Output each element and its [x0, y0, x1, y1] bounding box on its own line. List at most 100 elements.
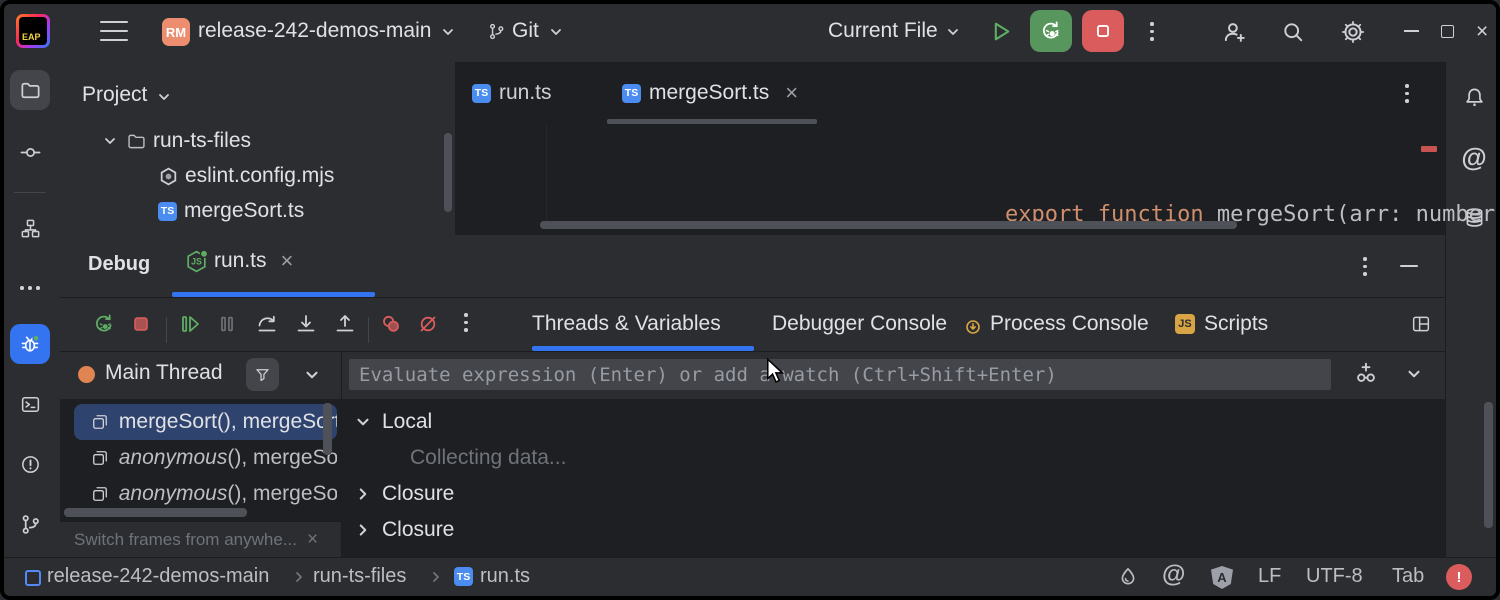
- tab-debugger-console[interactable]: Debugger Console: [772, 297, 947, 351]
- tab-threads-variables[interactable]: Threads & Variables: [532, 297, 721, 351]
- editor-horizontal-scrollbar[interactable]: [540, 221, 1237, 229]
- project-avatar[interactable]: RM: [162, 18, 190, 46]
- chevron-down-icon[interactable]: [548, 24, 564, 40]
- chevron-down-icon[interactable]: [440, 24, 456, 40]
- ai-assistant-status-icon[interactable]: @: [1162, 561, 1185, 589]
- more-actions-icon[interactable]: [1150, 22, 1154, 41]
- chevron-down-icon[interactable]: [102, 133, 118, 149]
- git-branch-icon[interactable]: [487, 22, 506, 41]
- git-tool-icon[interactable]: [10, 504, 50, 544]
- close-icon[interactable]: ×: [307, 529, 318, 551]
- frames-vertical-scrollbar[interactable]: [323, 403, 332, 455]
- project-module-icon: [25, 570, 41, 586]
- project-tool-icon[interactable]: [10, 70, 50, 110]
- toolbar-more-icon[interactable]: [464, 313, 468, 332]
- close-icon[interactable]: ×: [281, 248, 294, 274]
- hide-panel-button[interactable]: [1400, 265, 1418, 267]
- breadcrumb-file[interactable]: run.ts: [480, 565, 530, 588]
- run-button[interactable]: [988, 19, 1013, 44]
- window-maximize-button[interactable]: [1441, 25, 1454, 38]
- settings-gear-icon[interactable]: [1340, 19, 1366, 45]
- breadcrumb-project[interactable]: release-242-demos-main: [47, 565, 269, 588]
- commit-tool-icon[interactable]: [10, 132, 50, 172]
- frames-banner: Switch frames from anywhe... ×: [60, 521, 341, 558]
- tree-item-run-ts-files[interactable]: run-ts-files: [102, 124, 251, 158]
- close-icon[interactable]: ×: [785, 80, 798, 106]
- editor-more-options-icon[interactable]: [1405, 84, 1409, 103]
- folder-icon: [126, 131, 147, 152]
- editor-tab-mergesort-ts[interactable]: TS mergeSort.ts ×: [622, 62, 798, 124]
- chevron-down-icon[interactable]: [1405, 365, 1423, 383]
- search-icon[interactable]: [1280, 19, 1306, 45]
- tree-item-eslint-config[interactable]: eslint.config.mjs: [158, 159, 334, 193]
- breadcrumb-folder[interactable]: run-ts-files: [313, 565, 406, 588]
- chevron-down-icon[interactable]: [303, 366, 321, 384]
- frame-item[interactable]: anonymous(), mergeSor: [74, 440, 337, 476]
- frame-item[interactable]: mergeSort(), mergeSort: [74, 404, 337, 440]
- restart-debug-button[interactable]: [1030, 10, 1072, 52]
- prettier-icon[interactable]: [1116, 565, 1140, 589]
- debug-session-tab[interactable]: JS run.ts ×: [185, 248, 293, 274]
- pause-program-icon[interactable]: [214, 311, 240, 337]
- step-out-icon[interactable]: [332, 311, 358, 337]
- tab-process-console[interactable]: Process Console: [965, 297, 1149, 351]
- vcs-widget[interactable]: Git: [512, 19, 539, 43]
- step-into-icon[interactable]: [293, 311, 319, 337]
- error-stripe-mark[interactable]: [1421, 146, 1437, 152]
- problems-tool-icon[interactable]: [10, 444, 50, 484]
- frame-item[interactable]: anonymous(), mergeSor: [74, 476, 337, 512]
- evaluate-expression-input[interactable]: [349, 359, 1331, 390]
- angular-letter: A: [1217, 570, 1226, 585]
- view-breakpoints-icon[interactable]: [378, 311, 404, 337]
- tab-label: Scripts: [1204, 312, 1268, 336]
- more-tool-windows-icon[interactable]: [10, 268, 50, 308]
- debug-tool-icon[interactable]: [10, 324, 50, 364]
- stack-frame-icon: [90, 412, 110, 432]
- code-with-me-icon[interactable]: [1221, 19, 1247, 45]
- error-badge-glyph: !: [1457, 569, 1462, 586]
- project-scrollbar[interactable]: [444, 133, 452, 212]
- variables-group-closure-1[interactable]: Closure: [354, 476, 454, 512]
- intellij-eap-logo-icon[interactable]: EAP: [16, 14, 50, 48]
- editor-tab-run-ts[interactable]: TS run.ts: [472, 62, 552, 124]
- window-minimize-button[interactable]: [1404, 30, 1419, 32]
- mute-breakpoints-icon[interactable]: [415, 311, 441, 337]
- variables-vertical-scrollbar[interactable]: [1484, 402, 1493, 528]
- encoding-widget[interactable]: UTF-8: [1306, 565, 1363, 588]
- frames-horizontal-scrollbar[interactable]: [64, 508, 247, 517]
- error-notification-badge[interactable]: !: [1446, 564, 1472, 590]
- hamburger-menu-icon[interactable]: [100, 21, 128, 41]
- main-toolbar: EAP RM release-242-demos-main Git Curren…: [0, 0, 1500, 63]
- add-watch-icon[interactable]: [1352, 359, 1380, 387]
- thread-selector[interactable]: Main Thread: [105, 361, 223, 385]
- variables-group-closure-2[interactable]: Closure: [354, 512, 454, 548]
- indent-widget[interactable]: Tab: [1392, 565, 1424, 588]
- structure-tool-icon[interactable]: [10, 208, 50, 248]
- window-close-button[interactable]: ×: [1476, 20, 1488, 44]
- chevron-down-icon[interactable]: [945, 24, 961, 40]
- angular-icon[interactable]: A: [1211, 566, 1233, 589]
- line-separator-widget[interactable]: LF: [1258, 565, 1281, 588]
- chevron-right-icon[interactable]: [354, 485, 372, 503]
- variables-group-label: Local: [382, 410, 432, 434]
- tree-item-mergesort-ts[interactable]: TS mergeSort.ts: [158, 194, 304, 228]
- status-bar: release-242-demos-main run-ts-files TS r…: [0, 557, 1500, 597]
- chevron-down-icon[interactable]: [354, 413, 372, 431]
- resume-program-icon[interactable]: [177, 311, 203, 337]
- stop-icon[interactable]: [128, 311, 154, 337]
- chevron-right-icon[interactable]: [354, 521, 372, 539]
- debug-more-options-icon[interactable]: [1363, 257, 1367, 276]
- notifications-bell-icon[interactable]: [1454, 77, 1494, 117]
- step-over-icon[interactable]: [254, 311, 280, 337]
- project-panel-title[interactable]: Project: [82, 83, 147, 107]
- chevron-down-icon[interactable]: [156, 89, 172, 105]
- rerun-debug-icon[interactable]: [91, 311, 117, 337]
- variables-group-local[interactable]: Local: [354, 404, 432, 440]
- layout-settings-icon[interactable]: [1408, 311, 1434, 337]
- stop-button[interactable]: [1082, 10, 1124, 52]
- project-selector[interactable]: release-242-demos-main: [198, 19, 431, 43]
- terminal-tool-icon[interactable]: [10, 384, 50, 424]
- run-configuration-selector[interactable]: Current File: [828, 19, 938, 43]
- tab-scripts[interactable]: JS Scripts: [1175, 297, 1268, 351]
- filter-frames-button[interactable]: [246, 358, 279, 391]
